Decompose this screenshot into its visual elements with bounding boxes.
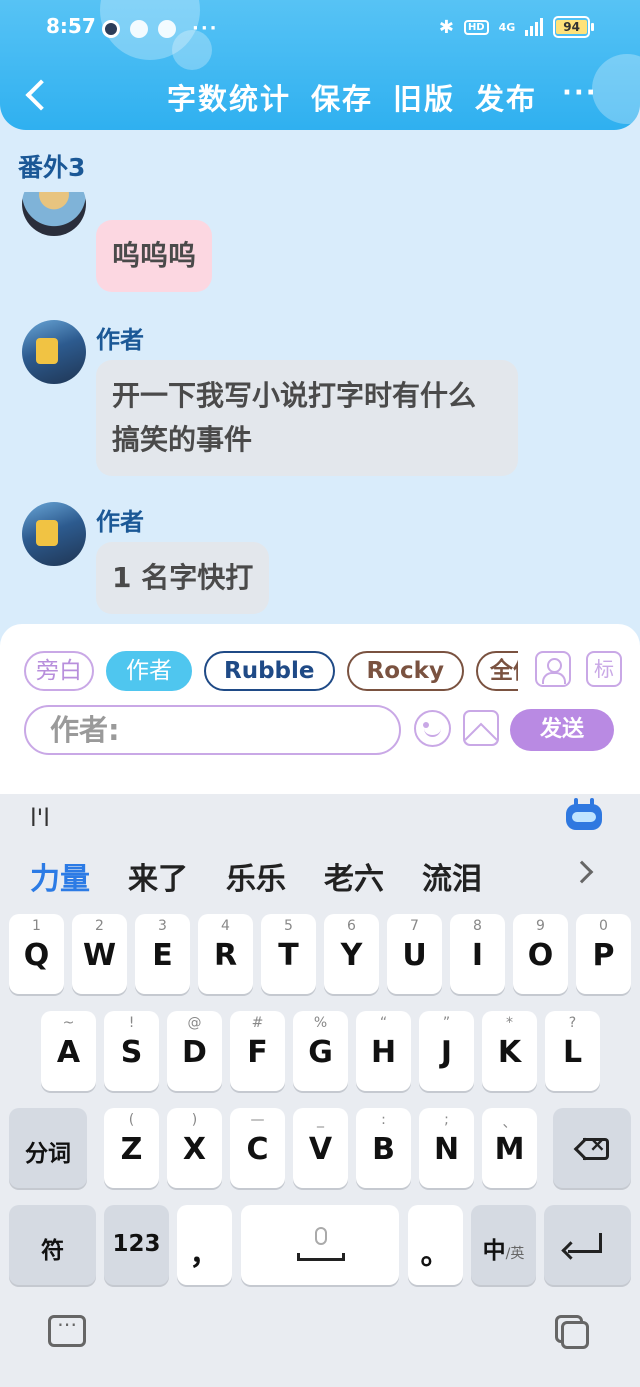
- send-button[interactable]: 发送: [510, 709, 614, 751]
- key-h[interactable]: “H: [356, 1011, 411, 1091]
- symbols-key[interactable]: 符: [9, 1205, 96, 1285]
- key-l[interactable]: ? L: [545, 1011, 600, 1091]
- key-m[interactable]: 、 M: [482, 1108, 537, 1188]
- key-e[interactable]: 3E: [135, 914, 190, 994]
- sender-name: 作者: [96, 326, 144, 354]
- compose-panel: 旁白作者 Rubble Rocky 全体 标 作者: 发送: [0, 624, 640, 796]
- chapter-title: 番外3: [18, 153, 86, 182]
- language-switch-key[interactable]: 中/英: [471, 1205, 536, 1285]
- candidate-word[interactable]: 流泪: [422, 854, 482, 898]
- soft-keyboard: l'l 力量 来了 乐乐 老六 流泪 1Q 2W 3E 4R 5T 6Y 7U …: [0, 794, 640, 1387]
- role-chip-all[interactable]: 全体: [475, 651, 518, 691]
- old-version-button[interactable]: 旧版: [393, 76, 455, 118]
- key-f[interactable]: # F: [230, 1011, 285, 1091]
- more-menu-button[interactable]: ···: [562, 78, 598, 108]
- message-bubble[interactable]: 1 名字快打: [96, 542, 270, 614]
- segment-key[interactable]: 分词: [9, 1108, 87, 1188]
- key-k[interactable]: * K: [482, 1011, 537, 1091]
- message-bubble[interactable]: 呜呜呜: [96, 220, 213, 292]
- sender-name: 作者: [96, 508, 144, 536]
- key-n[interactable]: ; N: [419, 1108, 474, 1188]
- key-s[interactable]: ! S: [104, 1011, 159, 1091]
- signal-icon: [525, 18, 544, 36]
- enter-icon: [568, 1233, 602, 1253]
- period-key[interactable]: 。: [408, 1205, 463, 1285]
- status-notifications: ···: [102, 18, 219, 39]
- notification-app-icon: [130, 19, 148, 38]
- role-chip-author[interactable]: 作者: [106, 651, 192, 691]
- battery-level: 94: [556, 20, 587, 34]
- chat-message-list[interactable]: 呜呜呜 作者 开一下我写小说打字时有什么搞笑的事件 作者 1 名字快打: [0, 192, 640, 624]
- network-type: 4G: [498, 20, 516, 34]
- clipboard-icon[interactable]: [555, 1315, 591, 1349]
- status-time: 8:57: [46, 14, 96, 38]
- bluetooth-icon: ✱: [438, 16, 454, 38]
- backspace-icon: ×: [573, 1132, 609, 1161]
- key-u[interactable]: 7U: [387, 914, 442, 994]
- key-i[interactable]: 8I: [450, 914, 505, 994]
- key-y[interactable]: 6Y: [324, 914, 379, 994]
- role-selector[interactable]: 旁白作者 Rubble Rocky 全体: [24, 651, 518, 691]
- battery-icon: 94: [553, 16, 594, 38]
- key-j[interactable]: ” J: [419, 1011, 474, 1091]
- enter-key[interactable]: [544, 1205, 631, 1285]
- key-q[interactable]: 1Q: [9, 914, 64, 994]
- candidate-bar: 力量 来了 乐乐 老六 流泪: [30, 854, 482, 898]
- candidate-word[interactable]: 力量: [30, 854, 90, 898]
- role-chip-narrator[interactable]: 旁白: [24, 651, 94, 691]
- author-avatar[interactable]: [22, 502, 86, 566]
- pinyin-composition: l'l: [30, 804, 50, 832]
- key-z[interactable]: (Z: [104, 1108, 159, 1188]
- chevron-right-icon[interactable]: [570, 860, 594, 884]
- notification-overflow-icon: ···: [192, 18, 219, 39]
- assistant-robot-icon[interactable]: [566, 798, 602, 830]
- key-w[interactable]: 2W: [72, 914, 127, 994]
- candidate-word[interactable]: 乐乐: [226, 854, 286, 898]
- character-manage-icon[interactable]: [535, 651, 571, 687]
- author-avatar[interactable]: [22, 320, 86, 384]
- key-x[interactable]: ) X: [167, 1108, 222, 1188]
- character-avatar[interactable]: [22, 192, 86, 236]
- image-icon[interactable]: [463, 710, 499, 746]
- candidate-word[interactable]: 老六: [324, 854, 384, 898]
- comma-key[interactable]: ，: [177, 1205, 232, 1285]
- microphone-space-icon: [297, 1227, 345, 1263]
- save-button[interactable]: 保存: [311, 76, 373, 118]
- key-a[interactable]: ~ A: [41, 1011, 96, 1091]
- space-key[interactable]: [241, 1205, 399, 1285]
- key-p[interactable]: 0P: [576, 914, 631, 994]
- notification-app-icon: [102, 19, 120, 38]
- notification-app-icon: [158, 19, 176, 38]
- app-header: 8:57 ··· ✱ HD 4G 94 字数统计 保存 旧版 发布 ···: [0, 0, 640, 130]
- key-t[interactable]: 5T: [261, 914, 316, 994]
- role-chip-rocky[interactable]: Rocky: [346, 651, 464, 691]
- back-button[interactable]: [18, 74, 54, 118]
- key-c[interactable]: — C: [230, 1108, 285, 1188]
- key-d[interactable]: @ D: [167, 1011, 222, 1091]
- tag-button[interactable]: 标: [586, 651, 622, 687]
- message-input[interactable]: 作者:: [24, 705, 401, 755]
- status-system-icons: ✱ HD 4G 94: [439, 16, 594, 38]
- candidate-word[interactable]: 来了: [128, 854, 188, 898]
- numbers-key[interactable]: 123: [104, 1205, 169, 1285]
- word-count-button[interactable]: 字数统计: [167, 76, 291, 118]
- key-b[interactable]: :B: [356, 1108, 411, 1188]
- message-bubble[interactable]: 开一下我写小说打字时有什么搞笑的事件: [96, 360, 518, 476]
- key-o[interactable]: 9O: [513, 914, 568, 994]
- keyboard-switch-icon[interactable]: [48, 1312, 86, 1347]
- key-g[interactable]: % G: [293, 1011, 348, 1091]
- key-v[interactable]: _ V: [293, 1108, 348, 1188]
- backspace-key[interactable]: ×: [553, 1108, 631, 1188]
- key-r[interactable]: 4R: [198, 914, 253, 994]
- header-actions: 字数统计 保存 旧版 发布: [167, 76, 537, 118]
- hd-voice-icon: HD: [463, 19, 489, 35]
- role-chip-rubble[interactable]: Rubble: [204, 651, 335, 691]
- decor-bubble: [592, 54, 640, 124]
- publish-button[interactable]: 发布: [475, 76, 537, 118]
- emoji-icon[interactable]: [414, 710, 451, 747]
